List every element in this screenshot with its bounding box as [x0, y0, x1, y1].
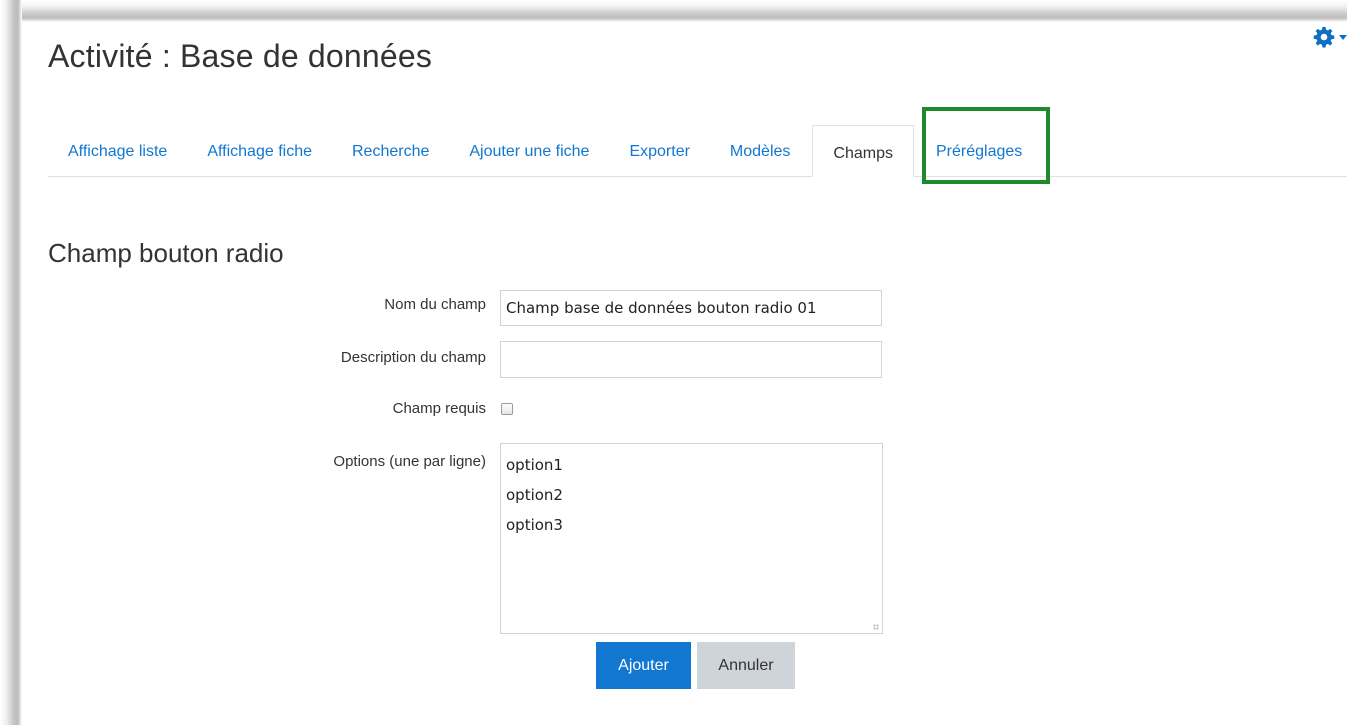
page-title: Activité : Base de données	[48, 38, 433, 74]
tab-exporter[interactable]: Exporter	[609, 124, 709, 176]
field-options-label: Options (une par ligne)	[333, 453, 486, 470]
settings-menu-button[interactable]	[1313, 26, 1347, 48]
field-name-label: Nom du champ	[384, 296, 486, 313]
tab-modeles[interactable]: Modèles	[710, 124, 810, 176]
resize-grip-icon[interactable]	[873, 624, 879, 630]
field-required-label: Champ requis	[392, 400, 486, 417]
window-frame-left	[0, 0, 22, 725]
tab-prereglages[interactable]: Préréglages	[916, 124, 1042, 176]
tab-bar: Affichage liste Affichage fiche Recherch…	[48, 124, 1347, 177]
option-line: option2	[506, 486, 563, 504]
add-button[interactable]: Ajouter	[596, 642, 691, 689]
cancel-button[interactable]: Annuler	[697, 642, 795, 689]
tab-champs[interactable]: Champs	[812, 125, 914, 177]
page-content: Activité : Base de données Affichage lis…	[22, 22, 1347, 725]
window-frame-top	[0, 0, 1347, 22]
field-description-label: Description du champ	[340, 349, 486, 366]
field-required-checkbox[interactable]	[501, 403, 513, 415]
option-line: option1	[506, 456, 563, 474]
tab-recherche[interactable]: Recherche	[332, 124, 449, 176]
gear-icon	[1313, 26, 1335, 48]
field-description-input[interactable]	[500, 341, 882, 378]
tab-affichage-liste[interactable]: Affichage liste	[48, 124, 187, 176]
section-title: Champ bouton radio	[48, 238, 284, 268]
chevron-down-icon	[1339, 34, 1347, 40]
field-name-input[interactable]	[500, 290, 882, 326]
field-options-textarea[interactable]: option1 option2 option3	[500, 443, 883, 634]
tab-ajouter-fiche[interactable]: Ajouter une fiche	[449, 124, 609, 176]
option-line: option3	[506, 516, 563, 534]
tab-affichage-fiche[interactable]: Affichage fiche	[187, 124, 332, 176]
